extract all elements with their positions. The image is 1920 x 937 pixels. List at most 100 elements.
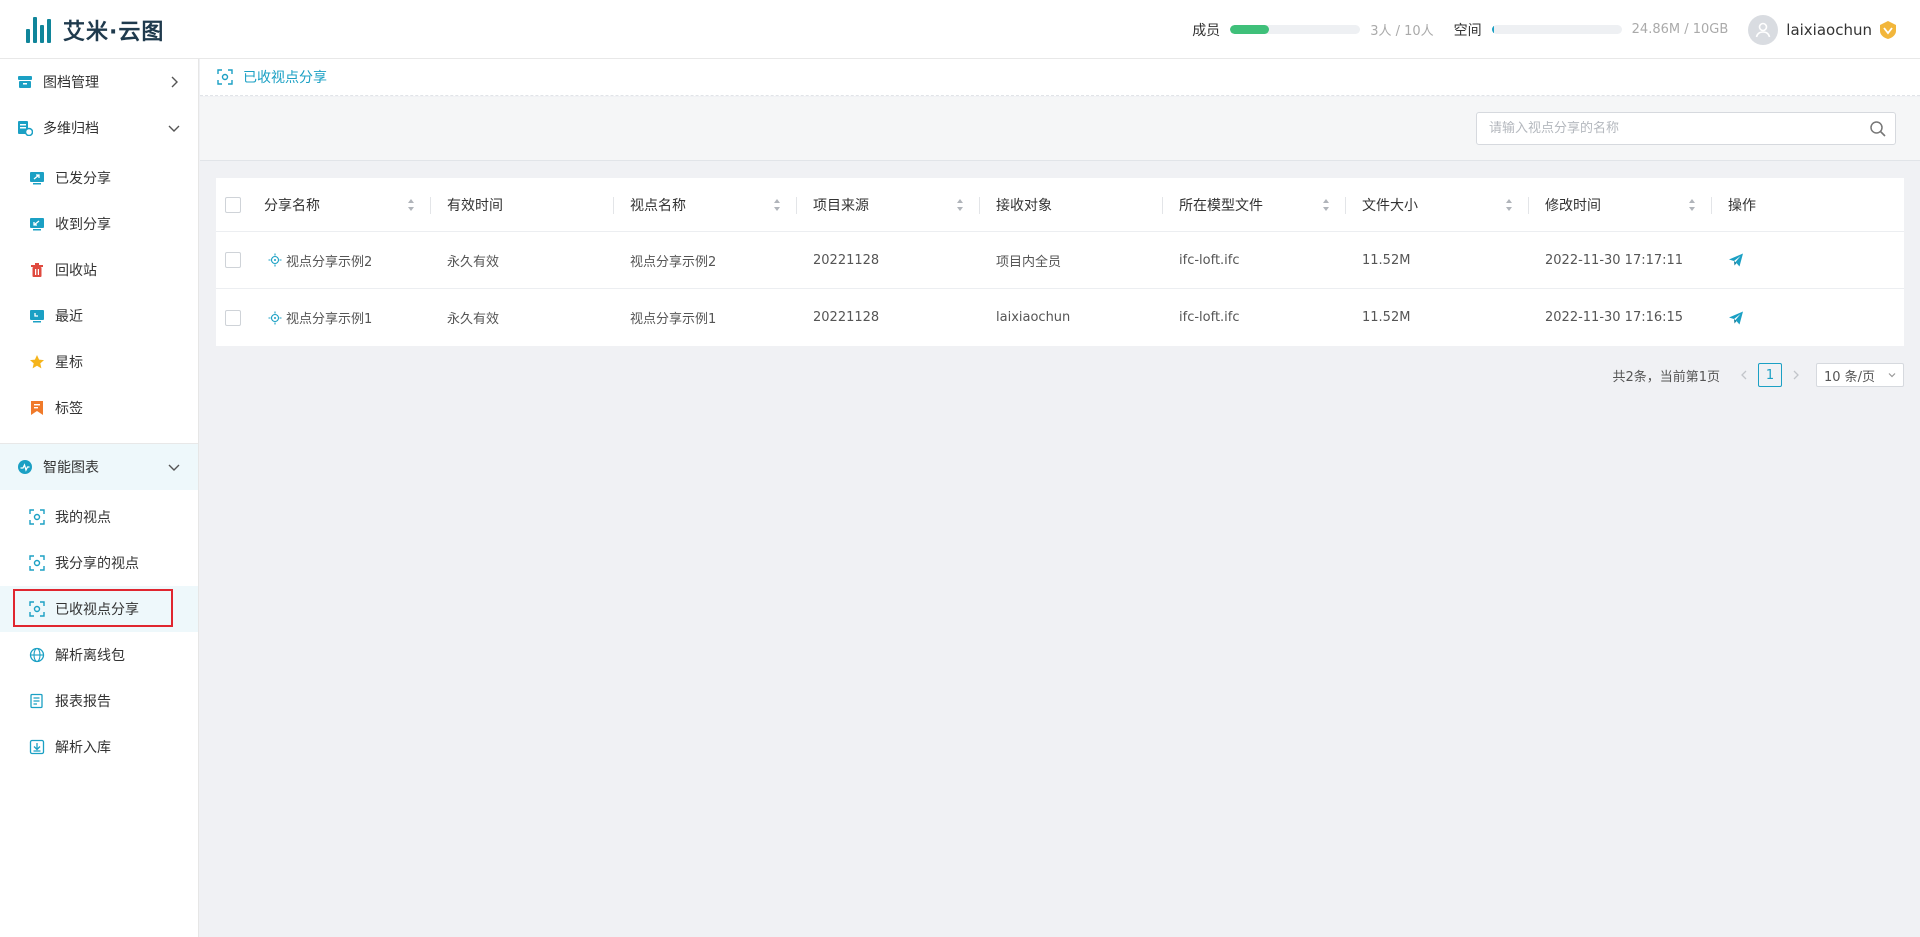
row-checkbox[interactable] xyxy=(225,309,241,326)
sort-icon[interactable] xyxy=(407,198,415,212)
page-size-select[interactable]: 10 条/页 xyxy=(1816,363,1904,387)
pagination-summary: 共2条，当前第1页 xyxy=(1612,369,1720,385)
share-name: 视点分享示例2 xyxy=(286,254,373,270)
sidebar-group-smart-chart[interactable]: 智能图表 xyxy=(0,444,198,490)
search-icon[interactable] xyxy=(1869,120,1887,138)
space-label: 空间 xyxy=(1453,22,1482,39)
sidebar-item-offline-package[interactable]: 解析离线包 xyxy=(0,632,198,678)
column-header-label: 所在模型文件 xyxy=(1179,197,1263,214)
recipient-cell: 项目内全员 xyxy=(996,254,1062,270)
column-header[interactable]: 文件大小 xyxy=(1346,178,1529,231)
sidebar-item-trash[interactable]: 回收站 xyxy=(0,247,198,293)
send-icon[interactable] xyxy=(1728,310,1744,326)
sidebar-item-label: 已发分享 xyxy=(55,171,111,187)
column-header-label: 接收对象 xyxy=(996,197,1052,214)
top-header: 艾米·云图 成员 3人 / 10人 空间 24.86M / 10GB laixi… xyxy=(0,0,1920,59)
sidebar-item-label: 标签 xyxy=(55,401,83,417)
sidebar-item-sent-share[interactable]: 已发分享 xyxy=(0,155,198,201)
chevron-down-icon xyxy=(1888,373,1896,378)
chevron-down-icon xyxy=(168,464,180,471)
members-label: 成员 xyxy=(1192,22,1221,39)
sidebar-item-label: 我分享的视点 xyxy=(55,556,139,572)
table-row[interactable]: 视点分享示例2 永久有效 视点分享示例2 20221128 项目内全员 ifc-… xyxy=(216,232,1904,289)
row-checkbox-cell xyxy=(216,232,248,288)
avatar[interactable] xyxy=(1748,14,1779,45)
sidebar-item-label: 收到分享 xyxy=(55,217,111,233)
column-header-label: 修改时间 xyxy=(1545,197,1601,214)
recent-icon xyxy=(30,310,44,323)
search-input[interactable] xyxy=(1489,121,1869,136)
share-table: 分享名称 有效时间 视点名称 项目来源 接收对象 所在模型文件 文件大小 修改时… xyxy=(216,178,1904,346)
share-name-cell[interactable]: 视点分享示例1 xyxy=(248,289,431,346)
sort-icon[interactable] xyxy=(1505,198,1513,212)
members-progress xyxy=(1230,25,1361,34)
sidebar: 图档管理 多维归档 已发分享 收到分享 回收站 最近 星标 标签 智能图表 我的… xyxy=(0,59,199,937)
column-header-label: 有效时间 xyxy=(447,197,503,214)
row-checkbox[interactable] xyxy=(225,252,241,268)
column-header: 有效时间 xyxy=(431,178,614,231)
column-header-label: 操作 xyxy=(1728,197,1756,214)
column-header-label: 文件大小 xyxy=(1362,197,1418,214)
column-header[interactable]: 分享名称 xyxy=(248,178,431,231)
pagination: 共2条，当前第1页 1 10 条/页 xyxy=(1612,363,1904,387)
sidebar-item-label: 我的视点 xyxy=(55,510,111,526)
model-file-cell: ifc-loft.ifc xyxy=(1179,310,1240,325)
viewpoint-name-cell: 视点分享示例2 xyxy=(630,254,717,270)
sidebar-item-my-viewpoints[interactable]: 我的视点 xyxy=(0,494,198,540)
action-cell xyxy=(1712,232,1904,288)
prev-page-icon[interactable] xyxy=(1737,368,1751,382)
chevron-down-icon xyxy=(168,125,180,132)
column-header[interactable]: 修改时间 xyxy=(1529,178,1712,231)
table-header: 分享名称 有效时间 视点名称 项目来源 接收对象 所在模型文件 文件大小 修改时… xyxy=(216,178,1904,232)
breadcrumb-label[interactable]: 已收视点分享 xyxy=(243,67,327,87)
app-logo[interactable]: 艾米·云图 xyxy=(26,14,164,46)
sidebar-group-label: 图档管理 xyxy=(43,75,99,91)
sidebar-item-label: 星标 xyxy=(55,355,83,371)
viewpoint-icon xyxy=(29,509,45,525)
sidebar-item-tag[interactable]: 标签 xyxy=(0,385,198,431)
sidebar-item-label: 解析入库 xyxy=(55,740,111,756)
sidebar-item-label: 最近 xyxy=(55,309,83,325)
sort-icon[interactable] xyxy=(773,198,781,212)
search-box xyxy=(1476,112,1896,145)
tag-icon xyxy=(31,401,43,415)
sidebar-item-recent[interactable]: 最近 xyxy=(0,293,198,339)
sidebar-group-archive[interactable]: 图档管理 xyxy=(0,59,198,105)
column-header[interactable]: 所在模型文件 xyxy=(1163,178,1346,231)
logo-text: 艾米·云图 xyxy=(63,20,165,45)
sidebar-item-reports[interactable]: 报表报告 xyxy=(0,678,198,724)
username[interactable]: laixiaochun xyxy=(1786,21,1872,39)
sidebar-item-received-viewpoint-share[interactable]: 已收视点分享 xyxy=(0,586,198,632)
sidebar-item-label: 回收站 xyxy=(55,263,97,279)
sent-share-icon xyxy=(30,172,44,185)
send-icon[interactable] xyxy=(1728,252,1744,268)
page-size-value: 10 条/页 xyxy=(1824,369,1876,385)
sort-icon[interactable] xyxy=(1688,198,1696,212)
smart-chart-icon xyxy=(18,460,32,474)
modified-time-cell: 2022-11-30 17:16:15 xyxy=(1545,310,1684,325)
sort-icon[interactable] xyxy=(1322,198,1330,212)
sidebar-item-received-share[interactable]: 收到分享 xyxy=(0,201,198,247)
share-name-cell[interactable]: 视点分享示例2 xyxy=(248,232,431,288)
select-all-checkbox[interactable] xyxy=(225,196,241,213)
sidebar-group-multi-archive[interactable]: 多维归档 xyxy=(0,105,198,151)
trash-icon xyxy=(31,263,43,277)
column-header[interactable]: 视点名称 xyxy=(614,178,797,231)
toolbar xyxy=(200,97,1920,161)
validity-cell: 永久有效 xyxy=(447,254,500,270)
sidebar-item-label: 解析离线包 xyxy=(55,648,125,664)
sort-icon[interactable] xyxy=(956,198,964,212)
table-row[interactable]: 视点分享示例1 永久有效 视点分享示例1 20221128 laixiaochu… xyxy=(216,289,1904,346)
sidebar-item-my-shared-viewpoints[interactable]: 我分享的视点 xyxy=(0,540,198,586)
sidebar-item-star[interactable]: 星标 xyxy=(0,339,198,385)
user-icon xyxy=(1756,22,1771,37)
page-number[interactable]: 1 xyxy=(1758,363,1782,387)
column-header: 接收对象 xyxy=(980,178,1163,231)
file-size-cell: 11.52M xyxy=(1362,252,1411,268)
sidebar-item-import[interactable]: 解析入库 xyxy=(0,724,198,770)
project-source-cell: 20221128 xyxy=(813,252,880,268)
sidebar-item-label: 报表报告 xyxy=(55,694,111,710)
next-page-icon[interactable] xyxy=(1789,368,1803,382)
model-file-cell: ifc-loft.ifc xyxy=(1179,252,1240,268)
column-header[interactable]: 项目来源 xyxy=(797,178,980,231)
